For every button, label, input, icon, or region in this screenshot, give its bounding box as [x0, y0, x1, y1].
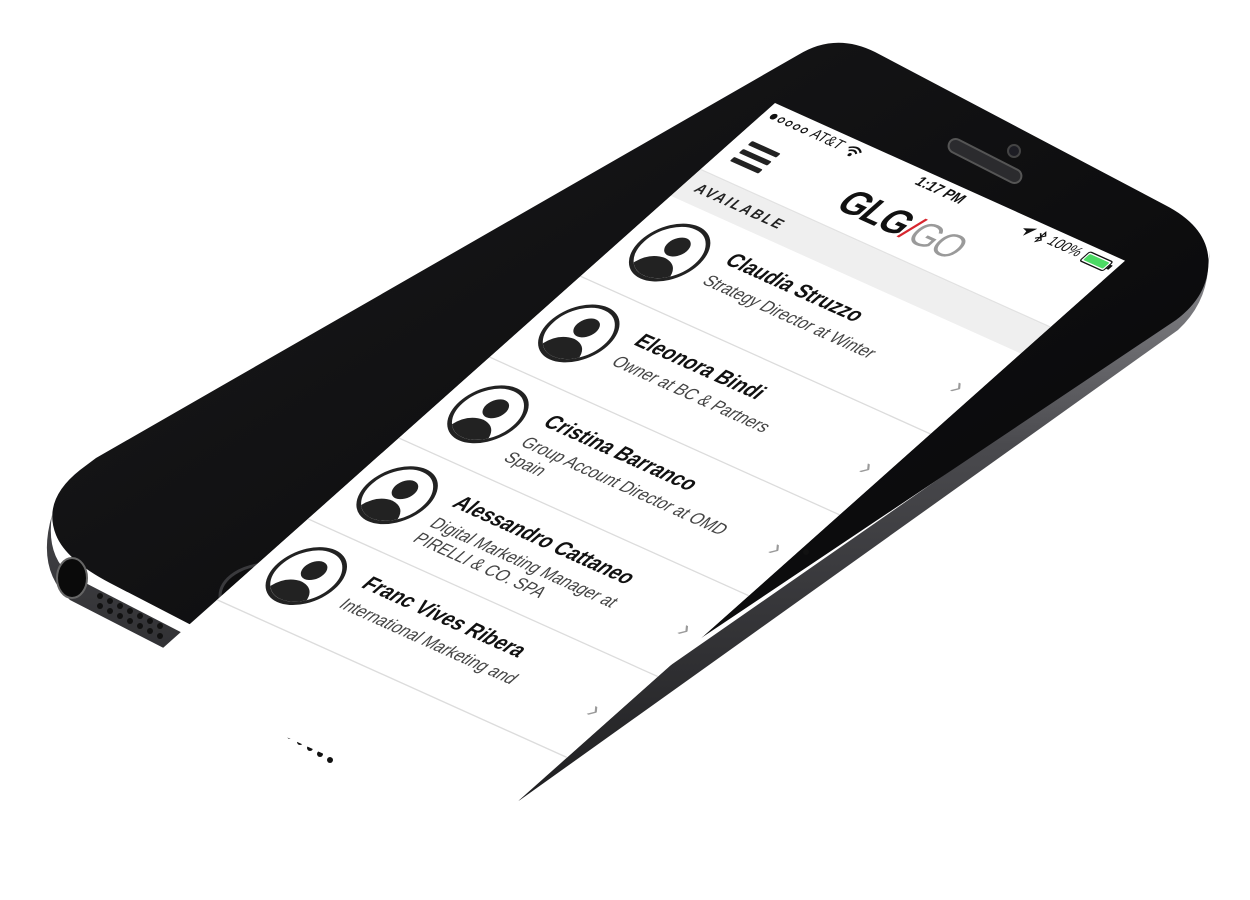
- chevron-right-icon: ›: [760, 536, 793, 562]
- microphone-hole: [803, 549, 809, 555]
- headphone-jack: [56, 557, 88, 599]
- battery-icon: [1078, 250, 1114, 272]
- battery-fill: [1083, 253, 1110, 269]
- front-camera: [1007, 144, 1021, 158]
- chevron-right-icon: ›: [851, 455, 884, 481]
- chevron-right-icon: ›: [941, 374, 974, 400]
- chevron-right-icon: ›: [578, 697, 611, 724]
- chevron-right-icon: ›: [669, 617, 702, 643]
